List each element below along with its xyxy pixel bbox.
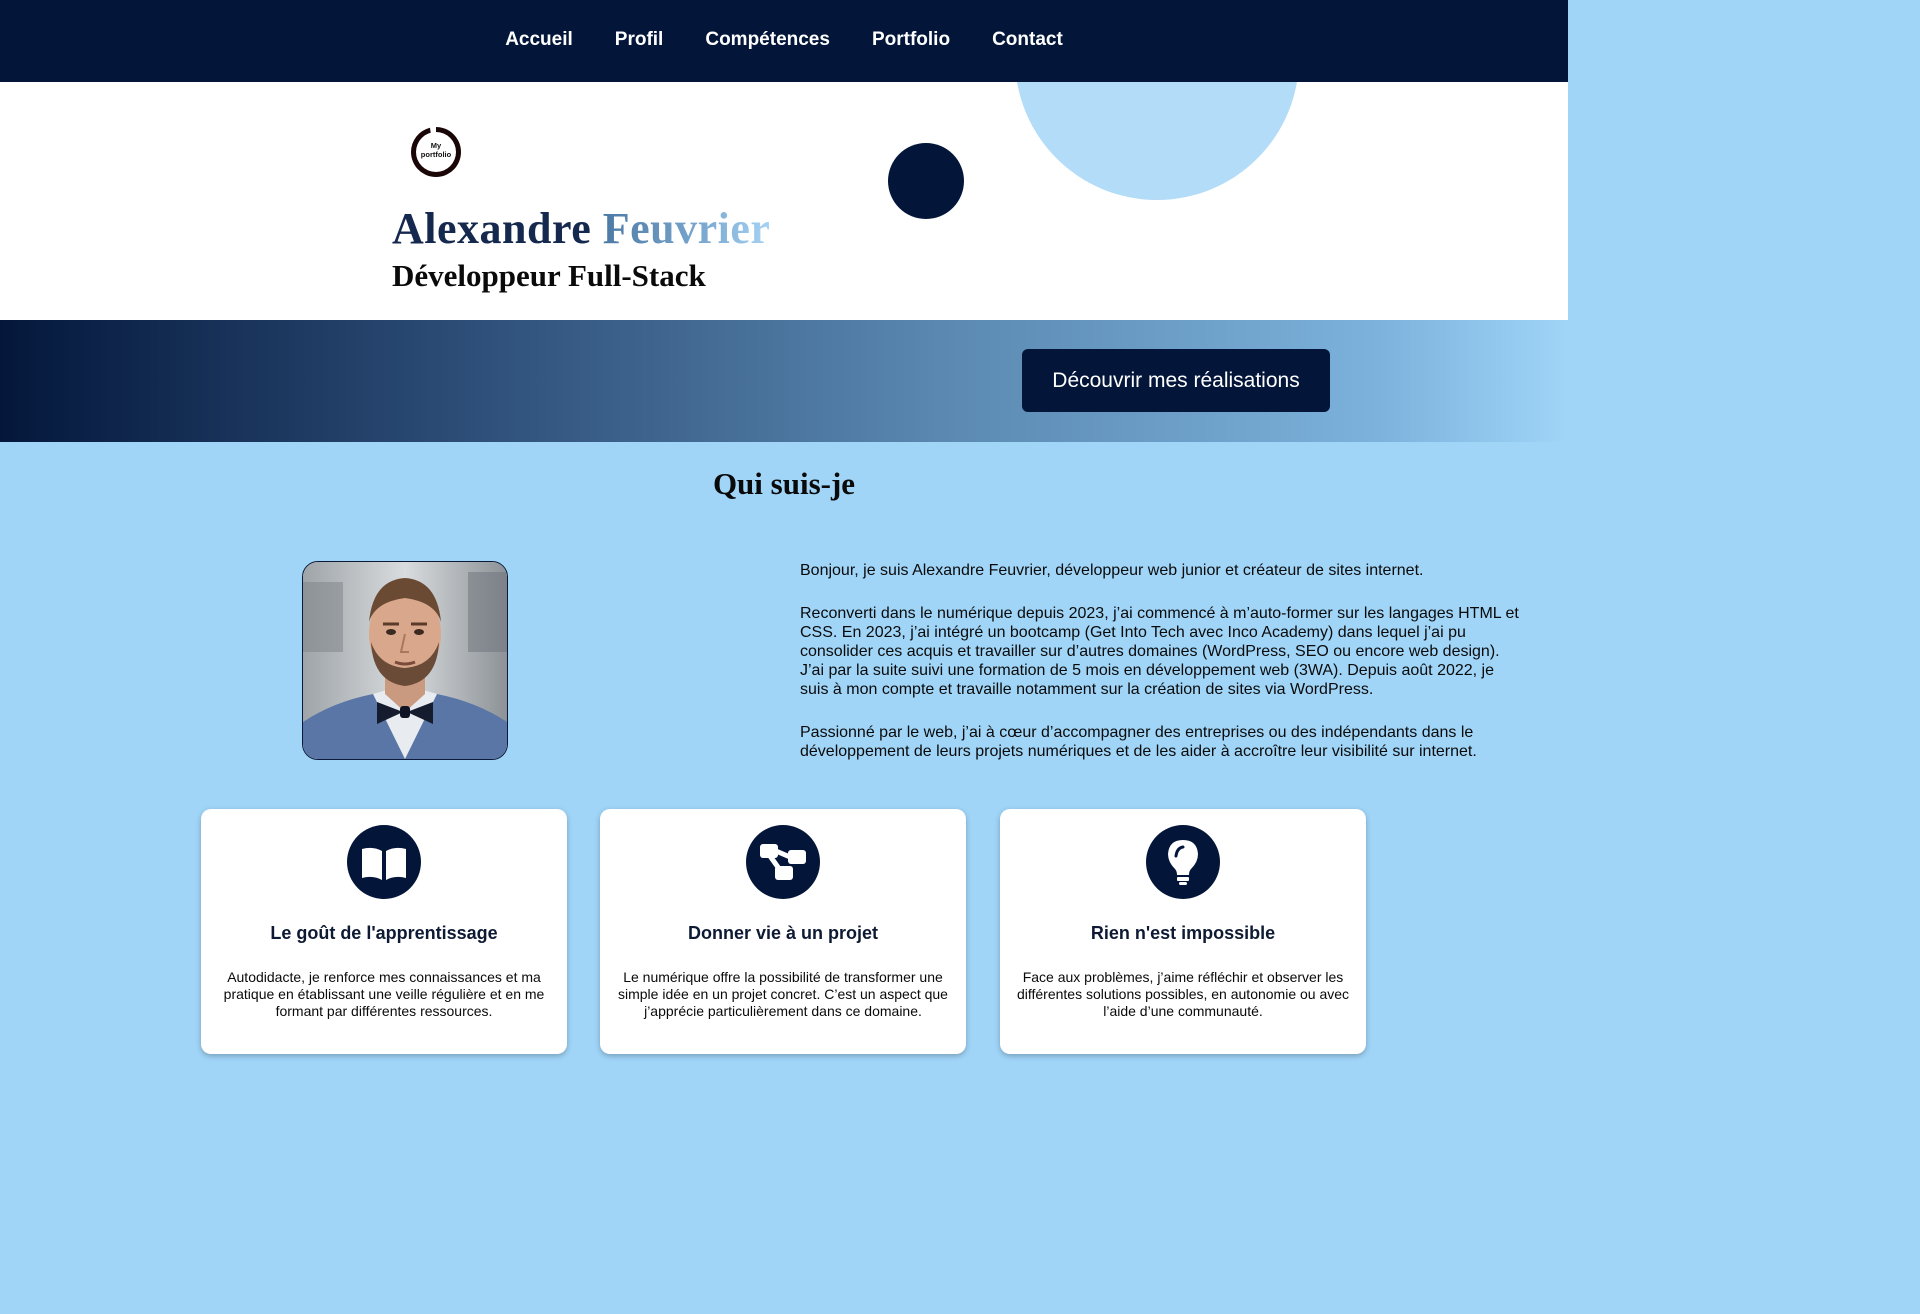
card-title: Le goût de l'apprentissage <box>270 923 498 943</box>
last-name: Feuvrier <box>602 204 771 253</box>
hero-section: My portfolio Alexandre Feuvrier Développ… <box>0 82 1568 320</box>
card-nothing-impossible: Rien n'est impossible Face aux problèmes… <box>1000 809 1366 1054</box>
about-paragraph-1: Bonjour, je suis Alexandre Feuvrier, dév… <box>800 562 1424 579</box>
book-open-icon <box>347 825 421 899</box>
nav-item-portfolio[interactable]: Portfolio <box>872 29 950 51</box>
nav-item-competences[interactable]: Compétences <box>705 29 830 51</box>
discover-work-button[interactable]: Découvrir mes réalisations <box>1022 349 1330 412</box>
nav-item-accueil[interactable]: Accueil <box>505 29 573 51</box>
portrait-illustration <box>303 562 507 759</box>
page-title: Alexandre Feuvrier <box>392 203 770 254</box>
lightbulb-icon <box>1146 825 1220 899</box>
profile-photo <box>302 561 508 760</box>
card-title: Rien n'est impossible <box>1090 923 1276 943</box>
card-text: Autodidacte, je renforce mes connaissanc… <box>223 969 545 1019</box>
about-heading: Qui suis-je <box>712 466 856 501</box>
logo-text-line1: My <box>430 141 442 150</box>
decorative-circle-large <box>1015 82 1299 200</box>
nav-item-contact[interactable]: Contact <box>992 29 1063 51</box>
logo-text-line2: portfolio <box>420 150 452 159</box>
about-paragraph-2: Reconverti dans le numérique depuis 2023… <box>800 605 1519 698</box>
cta-band: Découvrir mes réalisations <box>0 320 1568 442</box>
about-paragraph-3: Passionné par le web, j’ai à cœur d’acco… <box>800 724 1477 760</box>
logo-text: My portfolio <box>410 141 462 159</box>
card-title: Donner vie à un projet <box>687 923 879 943</box>
card-text: Face aux problèmes, j’aime réfléchir et … <box>1016 969 1350 1019</box>
first-name: Alexandre <box>392 204 592 253</box>
decorative-circle-small <box>888 143 964 219</box>
card-learning: Le goût de l'apprentissage Autodidacte, … <box>201 809 567 1054</box>
about-text: Bonjour, je suis Alexandre Feuvrier, dév… <box>800 561 1524 785</box>
card-text: Le numérique offre la possibilité de tra… <box>618 969 948 1019</box>
main-nav: Accueil Profil Compétences Portfolio Con… <box>0 0 1568 82</box>
card-project: Donner vie à un projet Le numérique offr… <box>600 809 966 1054</box>
project-diagram-icon <box>746 825 820 899</box>
nav-item-profil[interactable]: Profil <box>615 29 664 51</box>
job-title: Développeur Full-Stack <box>392 258 706 293</box>
